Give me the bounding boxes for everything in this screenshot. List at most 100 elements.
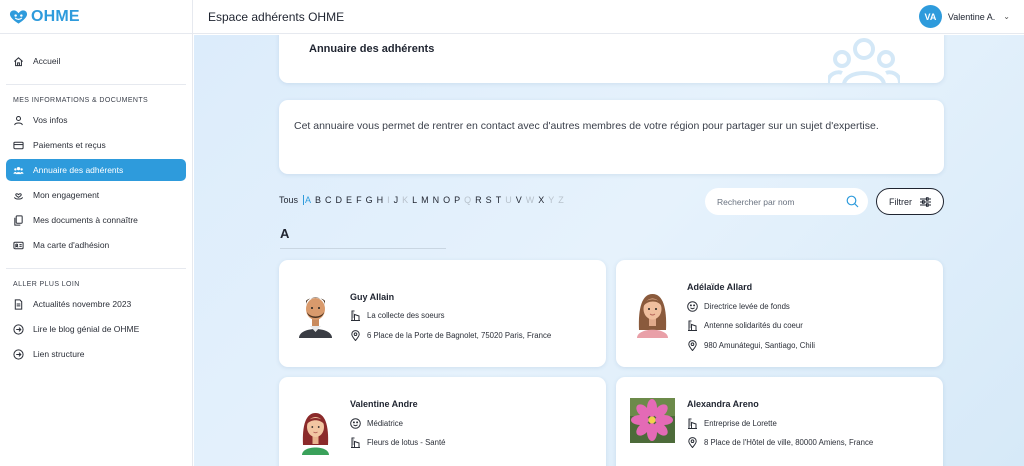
credit-card-icon (13, 141, 24, 149)
user-icon (14, 115, 23, 125)
id-card-icon (13, 241, 24, 249)
avatar: VA (918, 5, 942, 28)
alphabet-all[interactable]: Tous (279, 195, 298, 205)
sidebar-item-carte[interactable]: Ma carte d'adhésion (6, 234, 186, 256)
sidebar-item-annuaire[interactable]: Annuaire des adhérents (6, 159, 186, 181)
sidebar-item-lien-structure[interactable]: Lien structure (6, 343, 186, 365)
member-avatar (637, 294, 668, 338)
sidebar-item-paiements[interactable]: Paiements et reçus (6, 134, 186, 156)
sidebar-item-label: Mon engagement (33, 190, 100, 200)
building-icon (351, 437, 360, 448)
sidebar-item-label: Paiements et reçus (33, 140, 106, 150)
alphabet-letter[interactable]: T (496, 195, 502, 205)
chevron-down-icon: ⌄ (1003, 12, 1010, 21)
arrow-circle-icon (13, 323, 24, 335)
sidebar-item-label: Ma carte d'adhésion (33, 240, 110, 250)
alphabet-letter[interactable]: P (454, 195, 460, 205)
people-icon (13, 166, 24, 174)
user-menu[interactable]: VA Valentine A. ⌄ (918, 5, 1010, 28)
arrow-circle-icon (13, 348, 24, 360)
alphabet-letter[interactable]: I (387, 195, 390, 205)
member-address: 980 Amunátegui, Santiago, Chili (687, 340, 815, 351)
alphabet-letter[interactable]: X (538, 195, 544, 205)
member-name: Guy Allain (350, 292, 395, 302)
people-decoration-icon (828, 38, 900, 83)
member-card[interactable]: Adélaïde Allard Directrice levée de fond… (616, 260, 943, 367)
member-name: Alexandra Areno (687, 399, 759, 409)
member-job: Directrice levée de fonds (687, 301, 790, 312)
alphabet-letter[interactable]: G (366, 195, 373, 205)
building-icon (688, 418, 697, 429)
search-placeholder: Rechercher par nom (717, 196, 795, 207)
sidebar-section-label: ALLER PLUS LOIN (13, 281, 80, 288)
member-avatar (299, 297, 332, 338)
alphabet-letter[interactable]: Q (464, 195, 471, 205)
filter-label: Filtrer (889, 196, 912, 207)
alphabet-letter[interactable]: R (475, 195, 482, 205)
intro-text: Cet annuaire vous permet de rentrer en c… (294, 120, 879, 132)
alphabet-letter[interactable]: M (421, 195, 429, 205)
search-icon[interactable] (846, 195, 859, 208)
sidebar-divider (6, 268, 186, 269)
member-job: Médiatrice (350, 418, 403, 429)
member-organization: Fleurs de lotus - Santé (350, 437, 445, 448)
sidebar-item-label: Lire le blog génial de OHME (33, 324, 140, 334)
member-card[interactable]: Alexandra Areno Entreprise de Lorette 8 … (616, 377, 943, 466)
alphabet-letter[interactable]: S (486, 195, 492, 205)
alphabet-letter[interactable]: O (443, 195, 450, 205)
group-letter-heading: A (280, 226, 290, 241)
logo-text: OHME (31, 7, 80, 25)
alphabet-letter[interactable]: D (336, 195, 343, 205)
app-title: Espace adhérents OHME (208, 9, 345, 24)
alphabet-letter[interactable]: L (412, 195, 417, 205)
smiley-icon (687, 301, 698, 312)
location-pin-icon (351, 330, 360, 341)
sidebar-item-label: Actualités novembre 2023 (33, 299, 132, 309)
building-icon (351, 310, 360, 321)
alphabet-letter[interactable]: C (325, 195, 332, 205)
sidebar-item-engagement[interactable]: Mon engagement (6, 184, 186, 206)
member-card[interactable]: Guy Allain La collecte des soeurs 6 Plac… (279, 260, 606, 367)
member-address: 8 Place de l'Hôtel de ville, 80000 Amien… (687, 437, 873, 448)
documents-icon (14, 214, 23, 226)
top-bar: Espace adhérents OHME VA Valentine A. ⌄ (193, 0, 1024, 34)
sidebar-item-blog[interactable]: Lire le blog génial de OHME (6, 318, 186, 340)
location-pin-icon (688, 437, 697, 448)
alphabet-letter[interactable]: F (356, 195, 362, 205)
sidebar-item-vos-infos[interactable]: Vos infos (6, 109, 186, 131)
alphabet-letter[interactable]: K (402, 195, 408, 205)
page-title: Annuaire des adhérents (309, 43, 435, 55)
main-content: Annuaire des adhérents Cet annuaire vous… (194, 35, 1024, 466)
intro-card: Cet annuaire vous permet de rentrer en c… (279, 100, 944, 174)
sidebar-item-documents[interactable]: Mes documents à connaître (6, 209, 186, 231)
sidebar-item-actualites[interactable]: Actualités novembre 2023 (6, 293, 186, 315)
smiley-icon (350, 418, 361, 429)
group-divider (280, 248, 446, 249)
alphabet-letter[interactable]: A (303, 195, 311, 205)
document-icon (14, 298, 23, 310)
alphabet-letter[interactable]: H (377, 195, 384, 205)
alphabet-letter[interactable]: N (433, 195, 440, 205)
alphabet-letter[interactable]: E (346, 195, 352, 205)
member-name: Valentine Andre (350, 399, 418, 409)
alphabet-letter[interactable]: B (315, 195, 321, 205)
sidebar-item-label: Annuaire des adhérents (33, 165, 124, 175)
sidebar-item-accueil[interactable]: Accueil (6, 50, 186, 72)
sidebar-nav: Accueil MES INFORMATIONS & DOCUMENTS Vos… (0, 34, 192, 365)
sidebar-item-label: Mes documents à connaître (33, 215, 138, 225)
alphabet-letter[interactable]: J (394, 195, 399, 205)
sidebar-item-label: Lien structure (33, 349, 85, 359)
member-card[interactable]: Valentine Andre Médiatrice Fleurs de lot… (279, 377, 606, 466)
alphabet-letter[interactable]: W (526, 195, 535, 205)
filter-button[interactable]: Filtrer (876, 188, 944, 215)
sidebar-item-label: Accueil (33, 56, 61, 66)
member-organization: La collecte des soeurs (350, 310, 445, 321)
search-input[interactable]: Rechercher par nom (705, 188, 868, 215)
alphabet-letter[interactable]: Z (558, 195, 564, 205)
alphabet-letter[interactable]: Y (548, 195, 554, 205)
building-icon (688, 320, 697, 331)
sidebar-divider (6, 84, 186, 85)
logo[interactable]: OHME (0, 0, 192, 34)
alphabet-letter[interactable]: V (516, 195, 522, 205)
alphabet-letter[interactable]: U (505, 195, 512, 205)
